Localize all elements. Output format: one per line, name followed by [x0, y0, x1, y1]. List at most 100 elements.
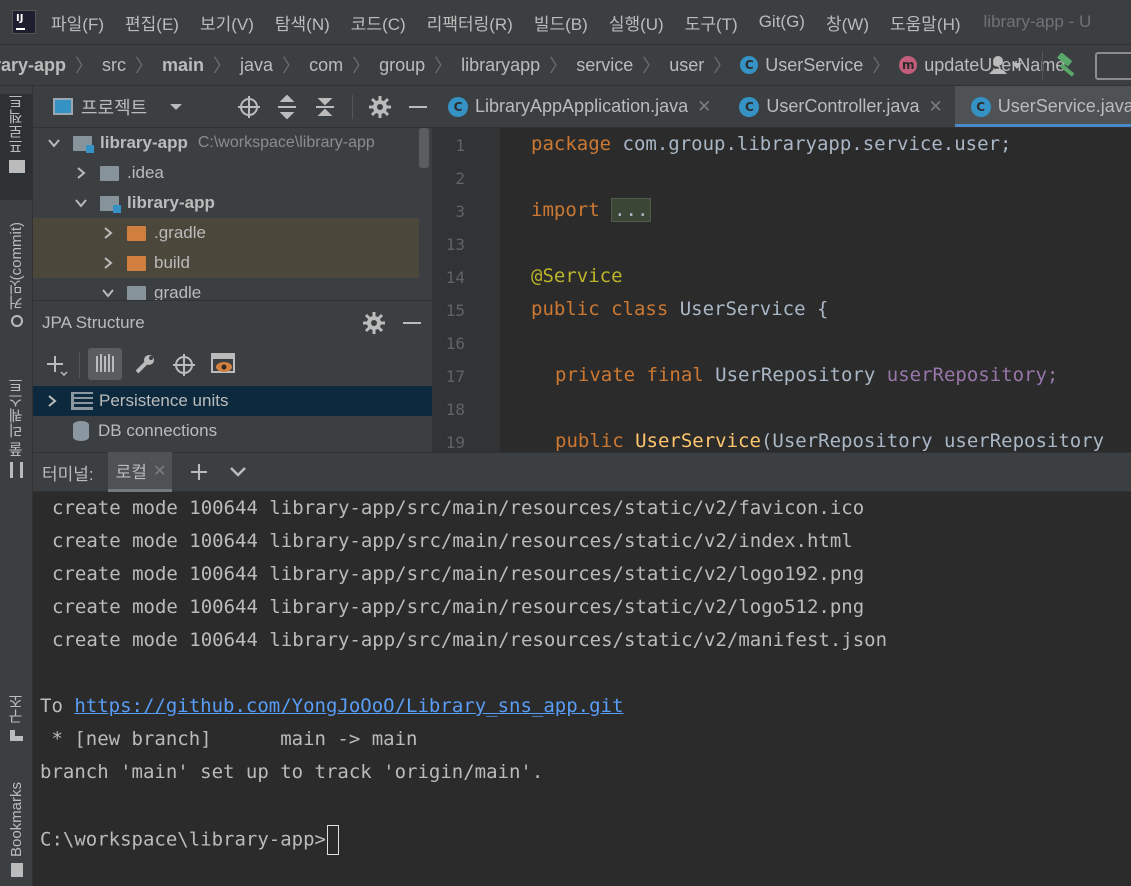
breadcrumb-class[interactable]: C UserService: [740, 55, 863, 76]
breadcrumb-service[interactable]: service: [576, 55, 633, 76]
breadcrumb-separator: 〉: [642, 56, 661, 76]
menu-edit[interactable]: 편집(E): [125, 10, 179, 35]
terminal-line: create mode 100644 library-app/src/main/…: [52, 530, 853, 552]
code-editor[interactable]: package com.group.libraryapp.service.use…: [500, 128, 1131, 452]
tool-tab-pull-requests[interactable]: 풀 리퀘스트: [0, 378, 33, 496]
tree-row-root[interactable]: library-app C:\workspace\library-app: [33, 128, 419, 158]
menu-view[interactable]: 보기(V): [200, 10, 254, 35]
line-number: 1: [455, 136, 465, 155]
add-icon[interactable]: [46, 354, 68, 376]
jpa-panel-title: JPA Structure: [42, 313, 145, 332]
breadcrumb-libraryapp[interactable]: libraryapp: [461, 55, 540, 76]
code-method: UserService: [635, 430, 761, 452]
menu-refactor[interactable]: 리팩터링(R): [427, 10, 513, 35]
chevron-down-icon[interactable]: [74, 196, 88, 210]
wrench-icon[interactable]: [134, 353, 156, 375]
menu-help[interactable]: 도움말(H): [890, 10, 961, 35]
terminal-line: create mode 100644 library-app/src/main/…: [52, 563, 865, 585]
tree-row-gradle-cache[interactable]: .gradle: [33, 218, 419, 248]
run-configuration-icon[interactable]: [1095, 52, 1131, 80]
close-icon[interactable]: ✕: [928, 97, 942, 117]
chevron-down-icon[interactable]: [101, 286, 115, 300]
jpa-row-db-connections[interactable]: DB connections: [33, 416, 432, 446]
tool-tab-bookmarks[interactable]: Bookmarks: [0, 782, 33, 886]
chevron-down-icon[interactable]: [47, 136, 61, 150]
terminal-label: 터미널:: [42, 464, 94, 484]
breadcrumb-project[interactable]: rary-app: [0, 55, 66, 76]
settings-gear-icon[interactable]: [363, 312, 385, 334]
code-fold-placeholder[interactable]: ...: [611, 198, 652, 222]
build-hammer-icon[interactable]: [1054, 53, 1080, 79]
tab-user-service[interactable]: C UserService.java: [954, 86, 1131, 127]
line-number: 13: [445, 235, 465, 254]
menu-navigate[interactable]: 탐색(N): [275, 10, 330, 35]
tree-item-label: library-app: [127, 193, 215, 212]
close-icon[interactable]: ✕: [697, 97, 711, 117]
menu-run[interactable]: 실행(U): [609, 10, 664, 35]
terminal-tab-local[interactable]: 로컬 ✕: [107, 452, 173, 492]
line-number: 18: [445, 400, 465, 419]
breadcrumb-separator: 〉: [549, 56, 568, 76]
close-icon[interactable]: ✕: [153, 461, 166, 481]
tree-row-build[interactable]: build: [33, 248, 419, 278]
tool-tab-commit-label: 커밋(commit): [8, 222, 25, 311]
breadcrumb-com[interactable]: com: [309, 55, 343, 76]
tab-label: UserController.java: [766, 96, 920, 116]
breadcrumb-group[interactable]: group: [379, 55, 425, 76]
project-panel-title[interactable]: 프로젝트: [81, 94, 147, 120]
chevron-right-icon[interactable]: [101, 256, 115, 270]
chevron-down-icon[interactable]: [169, 102, 183, 112]
tree-row-library-app-module[interactable]: library-app: [33, 188, 419, 218]
toolbar-divider: [1042, 51, 1043, 79]
tool-tab-structure[interactable]: 구조: [0, 694, 33, 754]
chevron-right-icon[interactable]: [45, 394, 59, 408]
breadcrumb-main[interactable]: main: [162, 55, 204, 76]
group-by-icon[interactable]: [88, 348, 122, 380]
breadcrumb-user[interactable]: user: [669, 55, 704, 76]
menu-window[interactable]: 창(W): [826, 10, 869, 35]
chevron-right-icon[interactable]: [74, 166, 88, 180]
code-text: com.group.libraryapp.service.user;: [611, 133, 1012, 155]
jpa-row-label: DB connections: [98, 421, 218, 440]
terminal-line: * [new branch] main -> main: [40, 728, 418, 750]
menu-tools[interactable]: 도구(T): [685, 10, 738, 35]
pull-request-icon: [10, 462, 23, 479]
breadcrumb-method[interactable]: mupdateUserName: [899, 55, 1065, 76]
breadcrumb-java[interactable]: java: [240, 55, 273, 76]
breadcrumb-separator: 〉: [434, 56, 453, 76]
terminal-line: branch 'main' set up to track 'origin/ma…: [40, 761, 544, 783]
terminal-prompt-line: C:\workspace\library-app>: [40, 825, 339, 855]
editor-gutter: 1 2 3 13 14 15 16 17 18 19: [432, 128, 500, 452]
expand-all-icon[interactable]: [276, 94, 298, 119]
settings-gear-icon[interactable]: [369, 95, 392, 118]
breadcrumb-separator: 〉: [872, 56, 891, 76]
class-icon: C: [970, 96, 991, 117]
tab-library-app-application[interactable]: C LibraryAppApplication.java ✕: [432, 86, 723, 127]
chevron-right-icon[interactable]: [101, 226, 115, 240]
breadcrumb-src[interactable]: src: [102, 55, 126, 76]
hide-panel-icon[interactable]: [403, 322, 421, 324]
terminal-output[interactable]: create mode 100644 library-app/src/main/…: [33, 492, 1131, 886]
project-tree-scrollbar[interactable]: [419, 128, 429, 168]
repository-link[interactable]: https://github.com/YongJoOoO/Library_sns…: [74, 695, 623, 717]
menu-code[interactable]: 코드(C): [351, 10, 406, 35]
menu-file[interactable]: 파일(F): [51, 10, 104, 35]
menu-git[interactable]: Git(G): [759, 12, 805, 32]
chevron-down-icon[interactable]: [229, 466, 247, 478]
collapse-all-icon[interactable]: [314, 95, 336, 119]
preview-window-icon[interactable]: [211, 353, 237, 377]
tree-row-idea[interactable]: .idea: [33, 158, 419, 188]
locate-target-icon[interactable]: [172, 353, 196, 377]
user-account-icon[interactable]: [988, 54, 1024, 76]
add-tab-icon[interactable]: [190, 463, 208, 481]
code-text: UserRepository: [703, 364, 887, 386]
locate-target-icon[interactable]: [237, 95, 261, 119]
hide-panel-icon[interactable]: [409, 105, 428, 108]
menu-build[interactable]: 빌드(B): [534, 10, 588, 35]
tab-user-controller[interactable]: C UserController.java ✕: [723, 86, 954, 127]
code-line-1: package com.group.libraryapp.service.use…: [531, 133, 1011, 155]
tool-tab-project[interactable]: 프로젝트: [0, 94, 33, 200]
tool-tab-commit[interactable]: 커밋(commit): [0, 222, 33, 346]
tree-row-gradle[interactable]: gradle: [33, 278, 419, 300]
jpa-row-persistence-units[interactable]: Persistence units: [33, 386, 432, 416]
